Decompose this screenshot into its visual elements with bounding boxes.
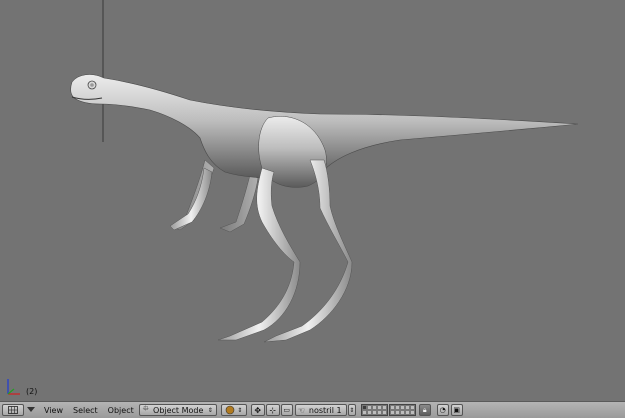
near-hind-leg-1 <box>217 167 301 341</box>
menu-view[interactable]: View <box>44 406 63 415</box>
3d-viewport[interactable]: (2) <box>0 0 625 401</box>
layers-block-1[interactable] <box>360 404 388 416</box>
eye-pupil <box>90 83 94 87</box>
layer-15[interactable] <box>381 410 387 415</box>
updown-icon: ⇕ <box>349 406 355 414</box>
bone-select[interactable]: ☜ nostril 1 <box>294 404 347 416</box>
menu-select[interactable]: Select <box>73 406 98 415</box>
manipulator-icon: ⊹ <box>269 405 277 415</box>
editor-type-button[interactable] <box>2 404 24 416</box>
collapse-menu-button[interactable] <box>26 404 36 416</box>
3d-view-header: View Select Object ⯐ Object Mode ⇕ ⇕ ✥ ⊹… <box>0 401 625 418</box>
chevron-down-icon <box>27 407 35 412</box>
render-view-button[interactable]: ▣ <box>450 404 463 416</box>
draw-type-select[interactable]: ⇕ <box>220 404 247 416</box>
hand-icon: ☜ <box>297 405 305 415</box>
axis-gizmo-icon <box>7 379 20 395</box>
near-arm <box>169 167 213 231</box>
opengl-render-button[interactable]: ◔ <box>436 404 449 416</box>
render-icon: ◔ <box>439 406 446 414</box>
bone-name: nostril 1 <box>308 405 342 415</box>
bone-menu-button[interactable]: ⇕ <box>347 404 356 416</box>
object-mode-icon: ⯐ <box>142 404 149 413</box>
lock-layers-button[interactable]: 🔒︎ <box>418 404 431 416</box>
snap-icon: ▭ <box>283 406 291 414</box>
layers-block-2[interactable] <box>388 404 416 416</box>
updown-icon: ⇕ <box>207 406 213 414</box>
mode-select[interactable]: ⯐ Object Mode ⇕ <box>138 404 217 416</box>
dinosaur-model[interactable] <box>0 0 625 401</box>
layer-20[interactable] <box>409 410 415 415</box>
far-hind-leg <box>219 174 259 233</box>
menu-object[interactable]: Object <box>108 406 134 415</box>
image-icon: ▣ <box>453 406 461 414</box>
snap-button[interactable]: ▭ <box>280 404 293 416</box>
pivot-icon: ✥ <box>254 405 262 415</box>
pivot-button[interactable]: ✥ <box>250 404 265 416</box>
grid-icon <box>8 406 18 414</box>
solid-shading-icon <box>225 405 235 415</box>
updown-icon: ⇕ <box>237 406 243 414</box>
mode-label: Object Mode <box>153 405 204 415</box>
manipulator-button[interactable]: ⊹ <box>265 404 280 416</box>
frame-label: (2) <box>26 387 38 396</box>
lock-icon: 🔒︎ <box>422 405 427 414</box>
